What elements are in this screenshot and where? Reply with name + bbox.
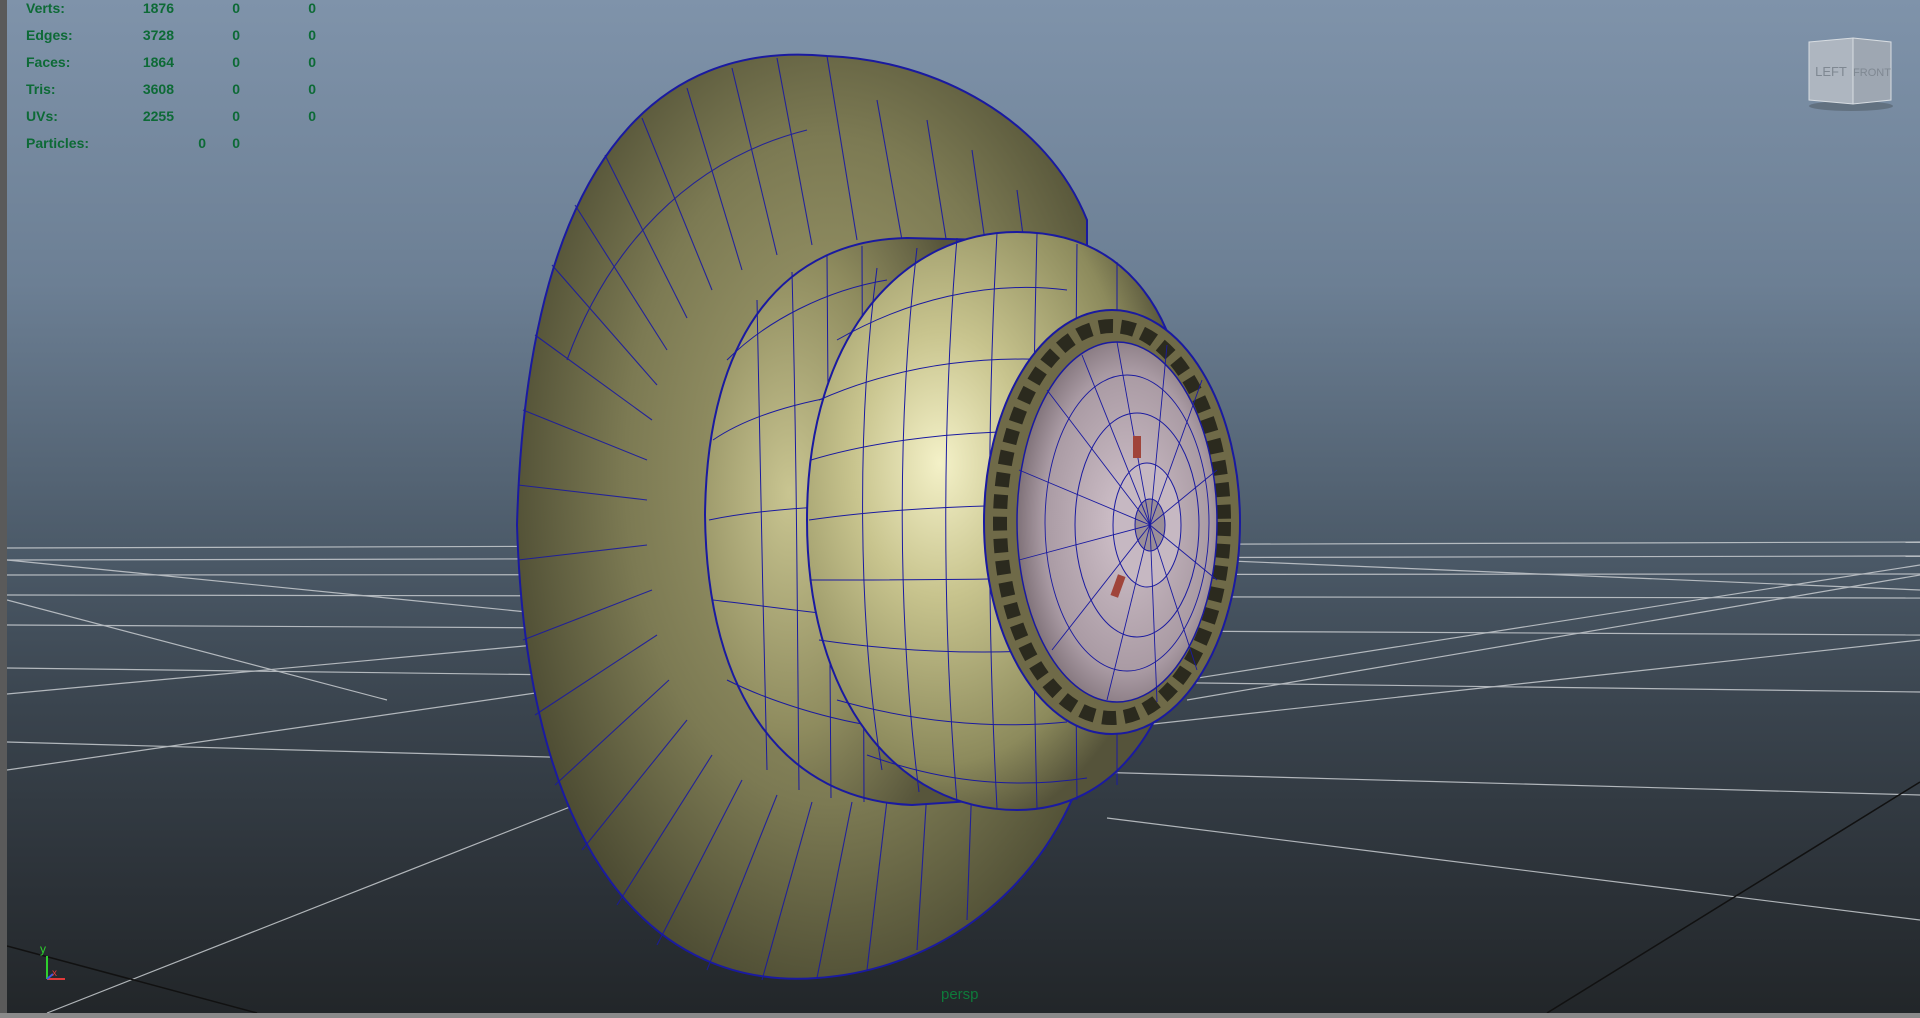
hud-value: 0 xyxy=(198,135,206,151)
hud-value: 0 xyxy=(308,81,316,97)
hud-row-faces: Faces: 1864 0 0 xyxy=(26,54,386,76)
hud-value: 3728 xyxy=(142,27,174,43)
y-axis-label: y xyxy=(40,944,46,956)
hud-label: Edges: xyxy=(26,27,73,43)
maya-perspective-viewport[interactable]: Verts: 1876 0 0 Edges: 3728 0 0 Faces: 1… xyxy=(7,0,1920,1013)
hud-value: 0 xyxy=(232,54,240,70)
view-cube-front-label[interactable]: FRONT xyxy=(1853,67,1891,79)
hud-label: UVs: xyxy=(26,108,58,124)
viewport-bottom-border xyxy=(0,1013,1920,1018)
hud-value: 0 xyxy=(308,0,316,16)
hud-value: 3608 xyxy=(142,81,174,97)
view-cube-left-label[interactable]: LEFT xyxy=(1815,64,1847,79)
hud-value: 1876 xyxy=(142,0,174,16)
hud-label: Faces: xyxy=(26,54,71,70)
hud-value: 0 xyxy=(308,54,316,70)
hud-value: 2255 xyxy=(142,108,174,124)
hud-value: 0 xyxy=(308,27,316,43)
hud-row-edges: Edges: 3728 0 0 xyxy=(26,27,386,49)
hud-row-particles: Particles: 0 0 xyxy=(26,135,386,157)
wheel-inner-hub xyxy=(1016,341,1218,703)
hud-value: 0 xyxy=(232,108,240,124)
hud-value: 1864 xyxy=(142,54,174,70)
hud-label: Tris: xyxy=(26,81,56,97)
hud-value: 0 xyxy=(308,108,316,124)
hud-label: Particles: xyxy=(26,135,90,151)
hud-row-verts: Verts: 1876 0 0 xyxy=(26,0,386,22)
hud-label: Verts: xyxy=(26,0,65,16)
hud-value: 0 xyxy=(232,81,240,97)
hud-row-uvs: UVs: 2255 0 0 xyxy=(26,108,386,130)
axis-gizmo: y x xyxy=(40,944,65,980)
view-cube[interactable]: LEFT FRONT xyxy=(1805,34,1895,114)
hud-value: 0 xyxy=(232,27,240,43)
hud-row-tris: Tris: 3608 0 0 xyxy=(26,81,386,103)
camera-name-label: persp xyxy=(941,986,979,1003)
lug-bolt-top xyxy=(1133,436,1141,458)
hud-value: 0 xyxy=(232,135,240,151)
x-axis-label: x xyxy=(52,968,57,979)
hud-value: 0 xyxy=(232,0,240,16)
